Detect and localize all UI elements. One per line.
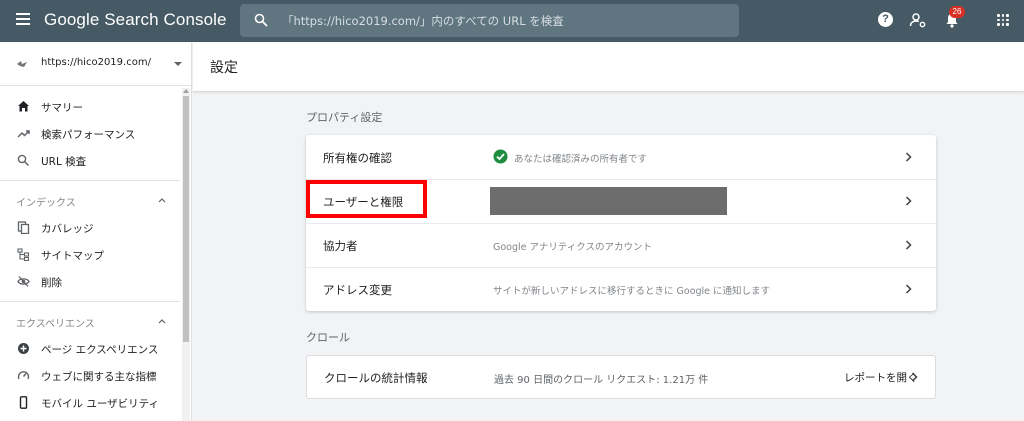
row-value: Google アナリティクスのアカウント [493,242,652,253]
chevron-right-icon[interactable] [911,372,918,382]
crawl-stats-card: クロールの統計情報 過去 90 日間のクロール リクエスト: 1.21万 件 レ… [306,355,936,399]
property-settings-heading: プロパティ設定 [306,111,383,124]
copy-icon [17,221,30,234]
sidebar-item-label: ウェブに関する主な指標 [41,371,157,383]
sidebar-item-label: サマリー [41,102,83,114]
chevron-up-icon [158,319,166,324]
chevron-right-icon [905,240,912,250]
sidebar-item-label: サイトマップ [41,250,104,262]
sidebar-item-label: URL 検査 [41,156,87,168]
apps-grid-icon[interactable] [997,14,1009,26]
smartphone-icon [19,396,28,409]
chevron-up-icon [158,198,166,203]
scroll-up-arrow-icon[interactable] [183,89,189,93]
sidebar-item-url-inspection[interactable]: URL 検査 [0,148,180,174]
row-label: 所有権の確認 [323,151,392,165]
sidebar-section-experience[interactable]: エクスペリエンス [0,308,180,334]
search-placeholder: 「https://hico2019.com/」内のすべての URL を検査 [282,14,564,28]
sidebar-section-index[interactable]: インデックス [0,187,180,213]
redacted-block [490,187,727,215]
page-title: 設定 [210,60,238,76]
trending-up-icon [17,130,30,138]
open-report-link[interactable]: レポートを開く [844,370,918,385]
chevron-right-icon [905,196,912,206]
row-value: あなたは確認済みの所有者です [514,154,648,165]
row-label: アドレス変更 [323,283,392,297]
sidebar-item-page-experience[interactable]: ページ エクスペリエンス [0,336,180,362]
sidebar-item-label: 検索パフォーマンス [41,129,136,141]
row-value: サイトが新しいアドレスに移行するときに Google に通知します [493,286,771,297]
url-inspection-search-input[interactable]: 「https://hico2019.com/」内のすべての URL を検査 [240,4,739,37]
page-header: 設定 [193,42,1024,92]
sidebar-item-label: モバイル ユーザビリティ [41,398,159,410]
manage-users-icon[interactable] [909,11,927,29]
notification-count-badge: 26 [949,6,965,18]
sidebar-item-summary[interactable]: サマリー [0,94,180,120]
top-app-bar: Google Search Console 「https://hico2019.… [0,0,1024,42]
site-favicon-icon [17,61,27,67]
search-icon [17,154,30,167]
crawl-heading: クロール [306,331,350,344]
sidebar-item-label: ページ エクスペリエンス [41,344,159,356]
crawl-stats-label: クロールの統計情報 [324,371,428,385]
sitemap-icon [17,248,30,261]
search-icon [254,13,268,27]
sidebar-item-label: 削除 [41,277,62,289]
sidebar: https://hico2019.com/ サマリー 検索パフォーマンス URL… [0,42,192,421]
sidebar-divider [0,301,180,302]
chevron-down-icon[interactable] [174,62,182,66]
app-title[interactable]: Google Search Console [44,10,227,30]
home-icon [18,101,29,112]
sidebar-scrollbar[interactable] [182,88,190,421]
settings-row-users-permissions[interactable]: ユーザーと権限 [306,179,936,223]
property-settings-card: 所有権の確認 あなたは確認済みの所有者です ユーザーと権限 協力者 Google… [306,135,936,311]
row-label: 協力者 [323,239,358,253]
sidebar-item-performance[interactable]: 検索パフォーマンス [0,121,180,147]
red-highlight-box [306,180,427,218]
sidebar-divider [0,180,180,181]
sidebar-item-coverage[interactable]: カバレッジ [0,215,180,241]
settings-row-ownership[interactable]: 所有権の確認 あなたは確認済みの所有者です [306,135,936,179]
property-url: https://hico2019.com/ [41,57,151,68]
property-selector[interactable]: https://hico2019.com/ [0,42,192,86]
sidebar-section-title: インデックス [16,198,76,209]
check-circle-icon [493,149,508,164]
settings-row-associations[interactable]: 協力者 Google アナリティクスのアカウント [306,223,936,267]
sidebar-item-label: カバレッジ [41,223,94,235]
sidebar-section-title: エクスペリエンス [16,319,95,330]
scrollbar-thumb[interactable] [183,96,189,342]
sidebar-item-removals[interactable]: 削除 [0,269,180,295]
help-icon[interactable]: ? [878,12,893,27]
sidebar-item-sitemaps[interactable]: サイトマップ [0,242,180,268]
sidebar-item-core-web-vitals[interactable]: ウェブに関する主な指標 [0,363,180,389]
plus-circle-icon [18,343,29,354]
speed-icon [17,371,30,380]
visibility-off-icon [17,276,30,287]
menu-icon[interactable] [16,13,30,25]
crawl-stats-value: 過去 90 日間のクロール リクエスト: 1.21万 件 [494,375,709,386]
sidebar-item-mobile-usability[interactable]: モバイル ユーザビリティ [0,390,180,416]
chevron-right-icon [905,152,912,162]
settings-row-change-of-address[interactable]: アドレス変更 サイトが新しいアドレスに移行するときに Google に通知します [306,267,936,311]
chevron-right-icon [905,284,912,294]
